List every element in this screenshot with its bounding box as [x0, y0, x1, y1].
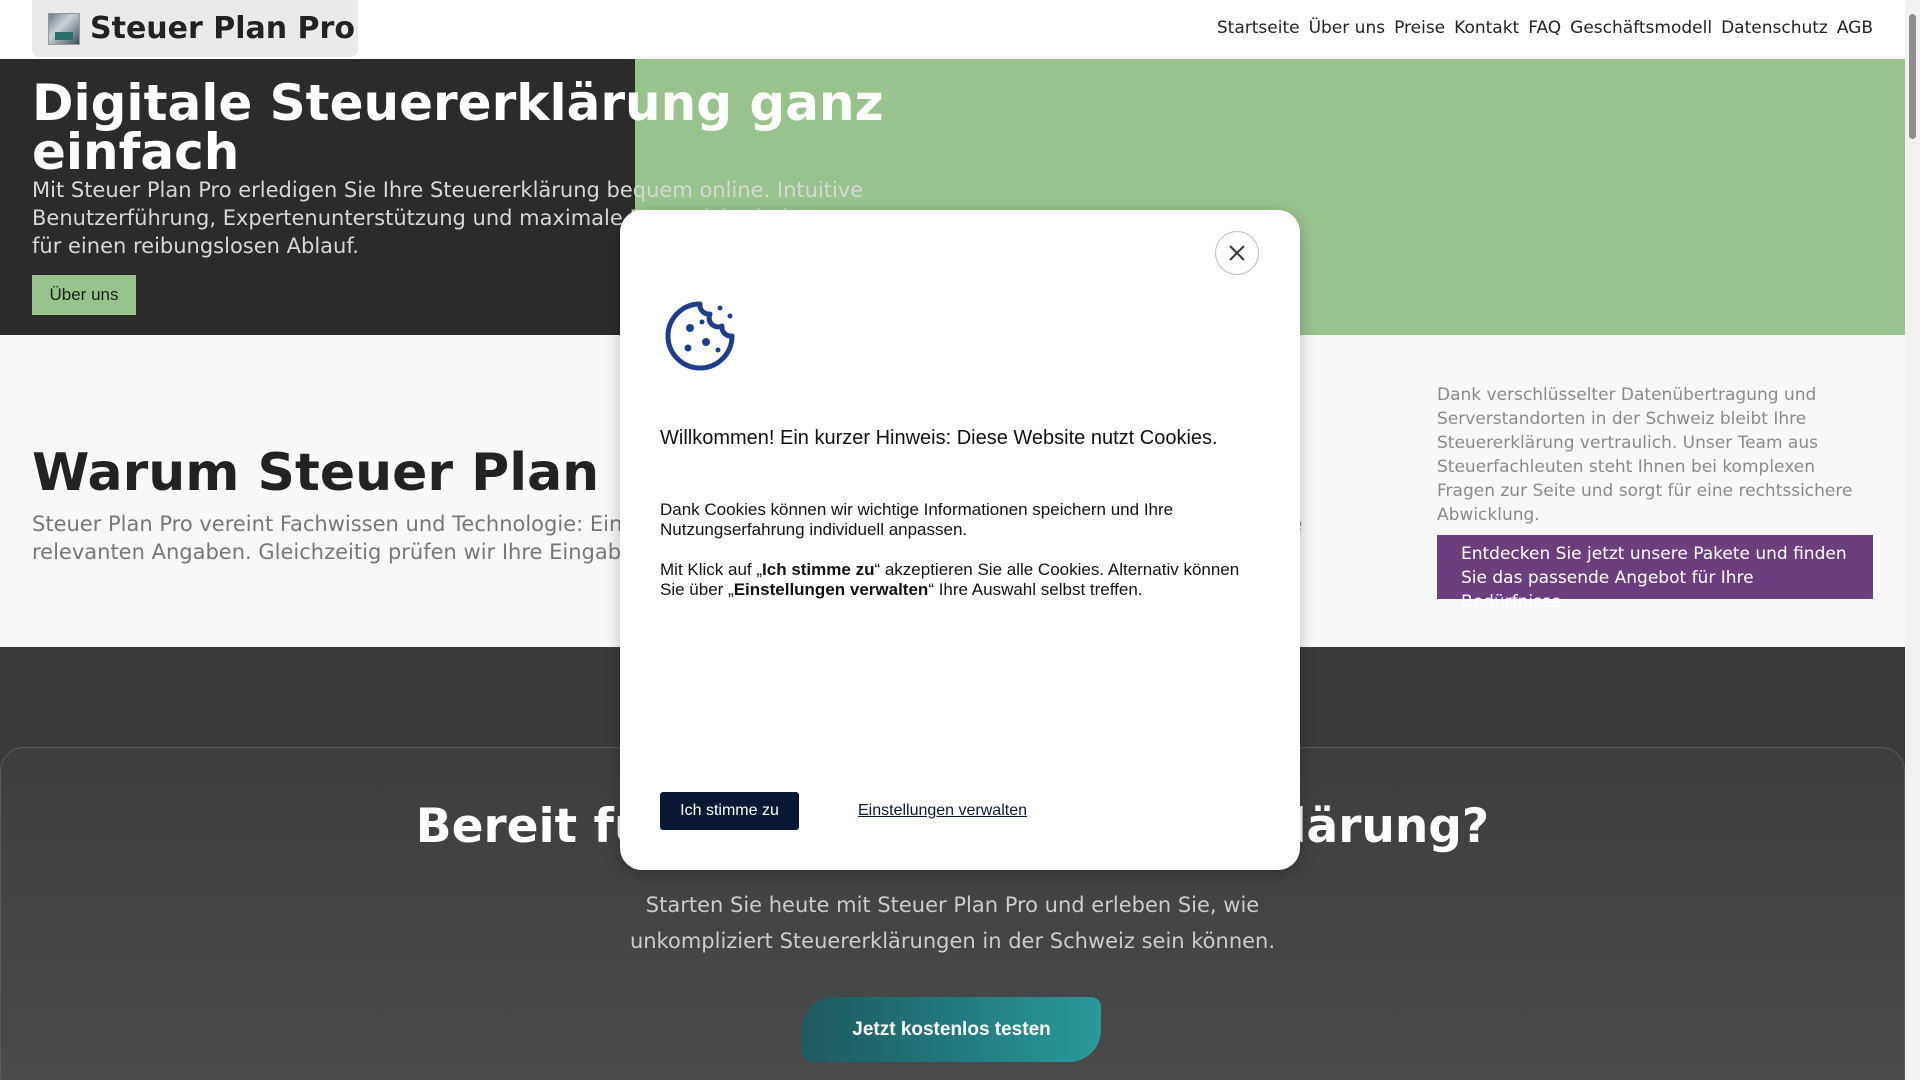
nav-faq[interactable]: FAQ — [1528, 18, 1561, 38]
consent-text-part: Mit Klick auf „ — [660, 560, 763, 579]
security-text: Dank verschlüsselter Datenübertragung un… — [1437, 385, 1853, 525]
cookie-consent-text: Mit Klick auf „Ich stimme zu“ akzeptiere… — [660, 560, 1260, 600]
nav-agb[interactable]: AGB — [1837, 18, 1873, 38]
logo-icon — [48, 12, 80, 45]
packages-cta[interactable]: Entdecken Sie jetzt unsere Pakete und fi… — [1437, 535, 1873, 612]
brand-name: Steuer Plan Pro — [90, 11, 355, 46]
close-button[interactable] — [1215, 231, 1259, 275]
brand-logo-link[interactable]: Steuer Plan Pro — [32, 0, 358, 57]
nav-preise[interactable]: Preise — [1394, 18, 1445, 38]
free-trial-button[interactable]: Jetzt kostenlos testen — [802, 997, 1101, 1062]
cta-text: Starten Sie heute mit Steuer Plan Pro un… — [629, 893, 1276, 953]
hero-title: Digitale Steuererklärung ganz einfach — [32, 74, 884, 181]
site-header: Steuer Plan Pro Startseite Über uns Prei… — [0, 0, 1905, 59]
main-nav: Startseite Über uns Preise Kontakt FAQ G… — [1217, 18, 1873, 38]
manage-settings-link[interactable]: Einstellungen verwalten — [858, 802, 1027, 820]
cookie-icon — [665, 301, 735, 371]
consent-text-part: “ Ihre Auswahl selbst treffen. — [928, 580, 1143, 599]
cookie-title: Willkommen! Ein kurzer Hinweis: Diese We… — [660, 427, 1218, 449]
scrollbar-thumb[interactable] — [1909, 14, 1916, 139]
page-scrollbar[interactable] — [1905, 0, 1920, 1080]
cookie-text: Dank Cookies können wir wichtige Informa… — [660, 500, 1174, 539]
nav-geschaeftsmodell[interactable]: Geschäftsmodell — [1570, 18, 1712, 38]
nav-startseite[interactable]: Startseite — [1217, 18, 1300, 38]
close-icon — [1229, 245, 1245, 261]
cookie-dialog: Willkommen! Ein kurzer Hinweis: Diese We… — [620, 210, 1300, 870]
nav-ueber-uns[interactable]: Über uns — [1309, 18, 1386, 38]
consent-accept-ref: Ich stimme zu — [762, 560, 875, 579]
about-us-button[interactable]: Über uns — [32, 275, 136, 315]
consent-settings-ref: Einstellungen verwalten — [733, 580, 929, 599]
nav-datenschutz[interactable]: Datenschutz — [1721, 18, 1828, 38]
accept-cookies-button[interactable]: Ich stimme zu — [660, 792, 799, 830]
nav-kontakt[interactable]: Kontakt — [1454, 18, 1519, 38]
